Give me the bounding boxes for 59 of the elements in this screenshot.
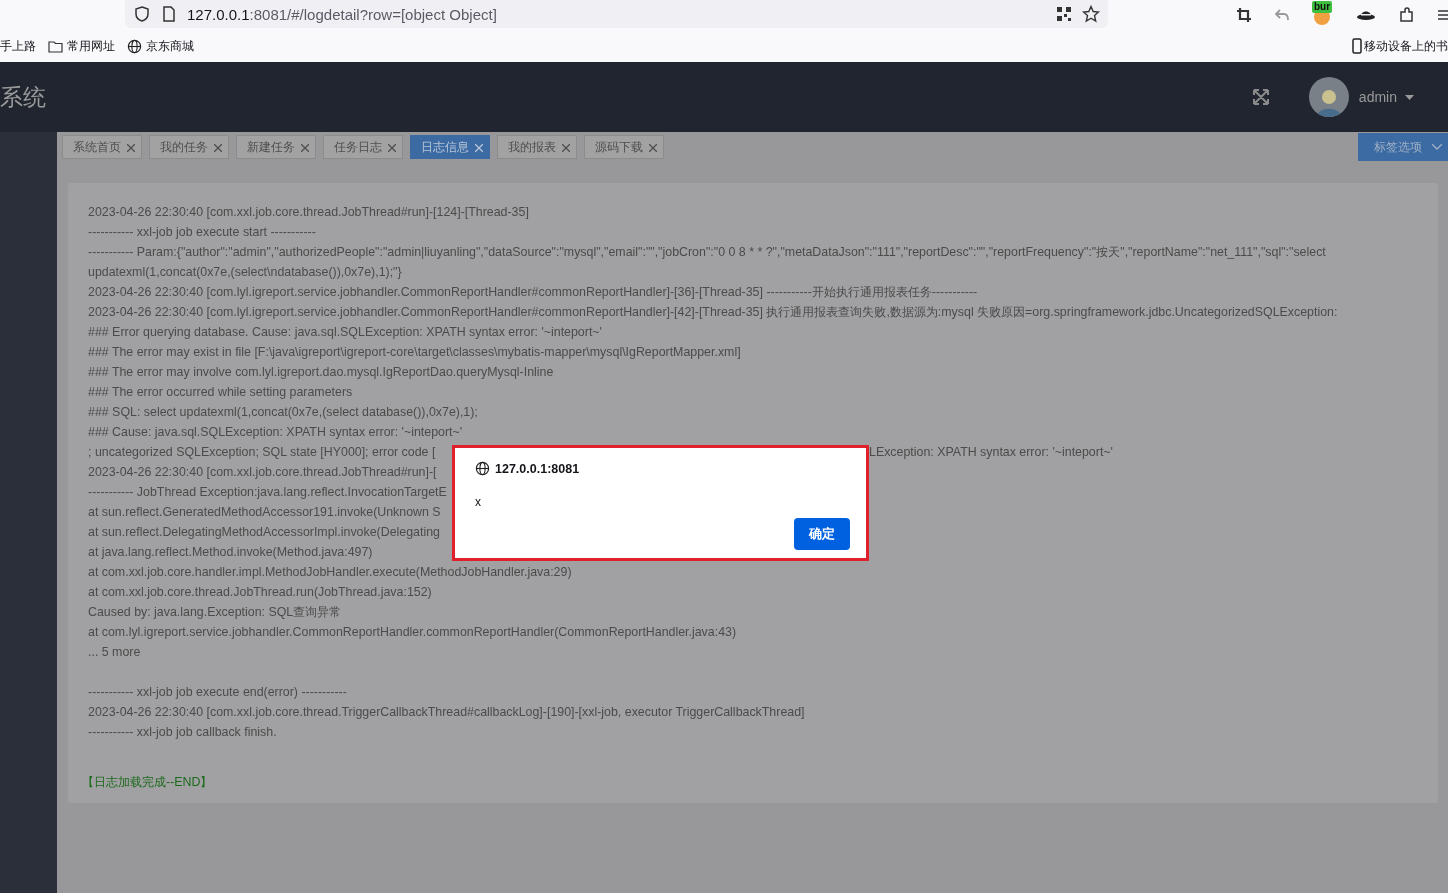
log-line: ----------- JobThread Exception:java.lang.reflect.InvocationTargetE: [88, 485, 447, 499]
globe-icon: [127, 38, 142, 54]
ok-button[interactable]: 确定: [794, 518, 850, 550]
log-line: ### Cause: java.sql.SQLException: XPATH syntax error: '~inteport~': [88, 424, 464, 441]
menu-icon: [1438, 7, 1448, 23]
log-line: at com.xxl.job.core.handler.impl.MethodJobHandler.execute(MethodJobHandler.java:29): [88, 564, 573, 581]
qr-code-icon: [1056, 6, 1072, 22]
log-line: ### Error querying database. Cause: java.sql.SQLException: XPATH syntax error: '~inteport~': [88, 324, 603, 341]
log-end-marker: 【日志加载完成--END】: [82, 775, 213, 789]
log-line: ### The error may exist in file [F:\java\igreport\igreport-core\target\classes\mybatis-mapper\mysql\IgReportMapper.xml]: [88, 344, 742, 361]
app-title: 系统: [0, 82, 46, 112]
puzzle-icon: [1398, 6, 1416, 24]
tab[interactable]: 任务日志: [323, 135, 403, 159]
log-line: ... 5 more: [88, 644, 142, 661]
log-line: ----------- xxl-job job callback finish.: [88, 724, 278, 741]
log-line: ### The error occurred while setting parameters: [88, 384, 354, 401]
log-line: 2023-04-26 22:30:40 [com.xxl.job.core.thread.JobThread#run]-[124]-[Thread-35]: [88, 204, 530, 221]
bookmark-item[interactable]: 京东商城: [127, 37, 194, 55]
tab[interactable]: 我的任务: [149, 135, 229, 159]
log-line: 2023-04-26 22:30:40 [com.xxl.job.core.thread.TriggerCallbackThread#callbackLog]-[190]-[xxl-job, executor TriggerCallbackThread]: [88, 704, 806, 721]
chevron-icon: [1432, 144, 1442, 150]
bookmark-item[interactable]: 手上路: [0, 37, 36, 55]
tab[interactable]: 系统首页: [62, 135, 142, 159]
log-line: ; uncategorized SQLException; SQL state [HY000]; error code [: [88, 445, 436, 459]
tab[interactable]: 新建任务: [236, 135, 316, 159]
log-line: at sun.reflect.GeneratedMethodAccessor191.invoke(Unknown S: [88, 505, 441, 519]
avatar[interactable]: [1308, 77, 1349, 117]
crop-icon: [1236, 7, 1252, 23]
bookmark-item[interactable]: 常用网址: [48, 37, 115, 55]
user-menu[interactable]: admin: [1358, 89, 1414, 105]
shield-icon: [133, 5, 151, 23]
log-line: 2023-04-26 22:30:40 [com.lyl.igreport.service.jobhandler.CommonReportHandler#commonReportHandler]-[42]-[Thread-35] 执行通用报表查询失败,数据源为:mysql 失败原因=org.springframework.jdbc.UncategorizedSQLException:: [88, 304, 1339, 321]
log-line: 2023-04-26 22:30:40 [com.lyl.igreport.service.jobhandler.CommonReportHandler#commonReportHandler]-[36]-[Thread-35] -----------开始执行通用报表任务-----------: [88, 284, 979, 301]
star-icon: [1082, 5, 1100, 23]
log-line: at com.xxl.job.core.thread.JobThread.run(JobThread.java:152): [88, 584, 433, 601]
log-line: at java.lang.reflect.Method.invoke(Method.java:497): [88, 544, 374, 561]
log-line: at com.lyl.igreport.service.jobhandler.CommonReportHandler.commonReportHandler(CommonReportHandler.java:43): [88, 624, 738, 641]
log-line: ### SQL: select updatexml(1,concat(0x7e,(select database()),0x7e),1);: [88, 404, 479, 421]
log-line: ----------- Param:{"author":"admin","authorizedPeople":"admin|liuyanling","dataSource":"mysql","email":"","jobCron":"0 0 8 * * ?","metaDataJson":"111","reportDesc":"","reportFrequency":"按天","reportName":"net_111","sql":"select updatexml(1,concat(0x7e,(select\ndatabase()),0x7e),1);"}: [88, 244, 1327, 281]
caret-icon: [1405, 94, 1414, 100]
globe-icon: [475, 461, 490, 476]
dialog-origin: 127.0.0.1:8081: [495, 461, 580, 476]
log-line: 2023-04-26 22:30:40 [com.xxl.job.core.thread.JobThread#run]-[: [88, 465, 437, 479]
tab[interactable]: 日志信息: [410, 135, 490, 159]
log-line: at sun.reflect.DelegatingMethodAccessorImpl.invoke(Delegating: [88, 525, 440, 539]
phone-icon: [1352, 38, 1362, 54]
tab[interactable]: 我的报表: [497, 135, 577, 159]
dialog-message: x: [475, 495, 481, 509]
log-line: Caused by: java.lang.Exception: SQL查询异常: [88, 604, 343, 621]
fullscreen-icon[interactable]: [1252, 89, 1269, 105]
log-line: ----------- xxl-job job execute end(error) -----------: [88, 684, 348, 701]
page-icon: [161, 5, 177, 23]
undo-icon: [1274, 7, 1290, 23]
log-line: ### The error may involve com.lyl.igreport.dao.mysql.IgReportDao.queryMysql-Inline: [88, 364, 555, 381]
log-line: LException: XPATH syntax error: '~inteport~': [869, 444, 1113, 461]
tab[interactable]: 源码下载: [584, 135, 664, 159]
log-line: ----------- xxl-job job execute start -----------: [88, 224, 317, 241]
folder-icon: [48, 39, 63, 53]
mobile-bookmarks[interactable]: 移动设备上的书: [1352, 37, 1448, 55]
